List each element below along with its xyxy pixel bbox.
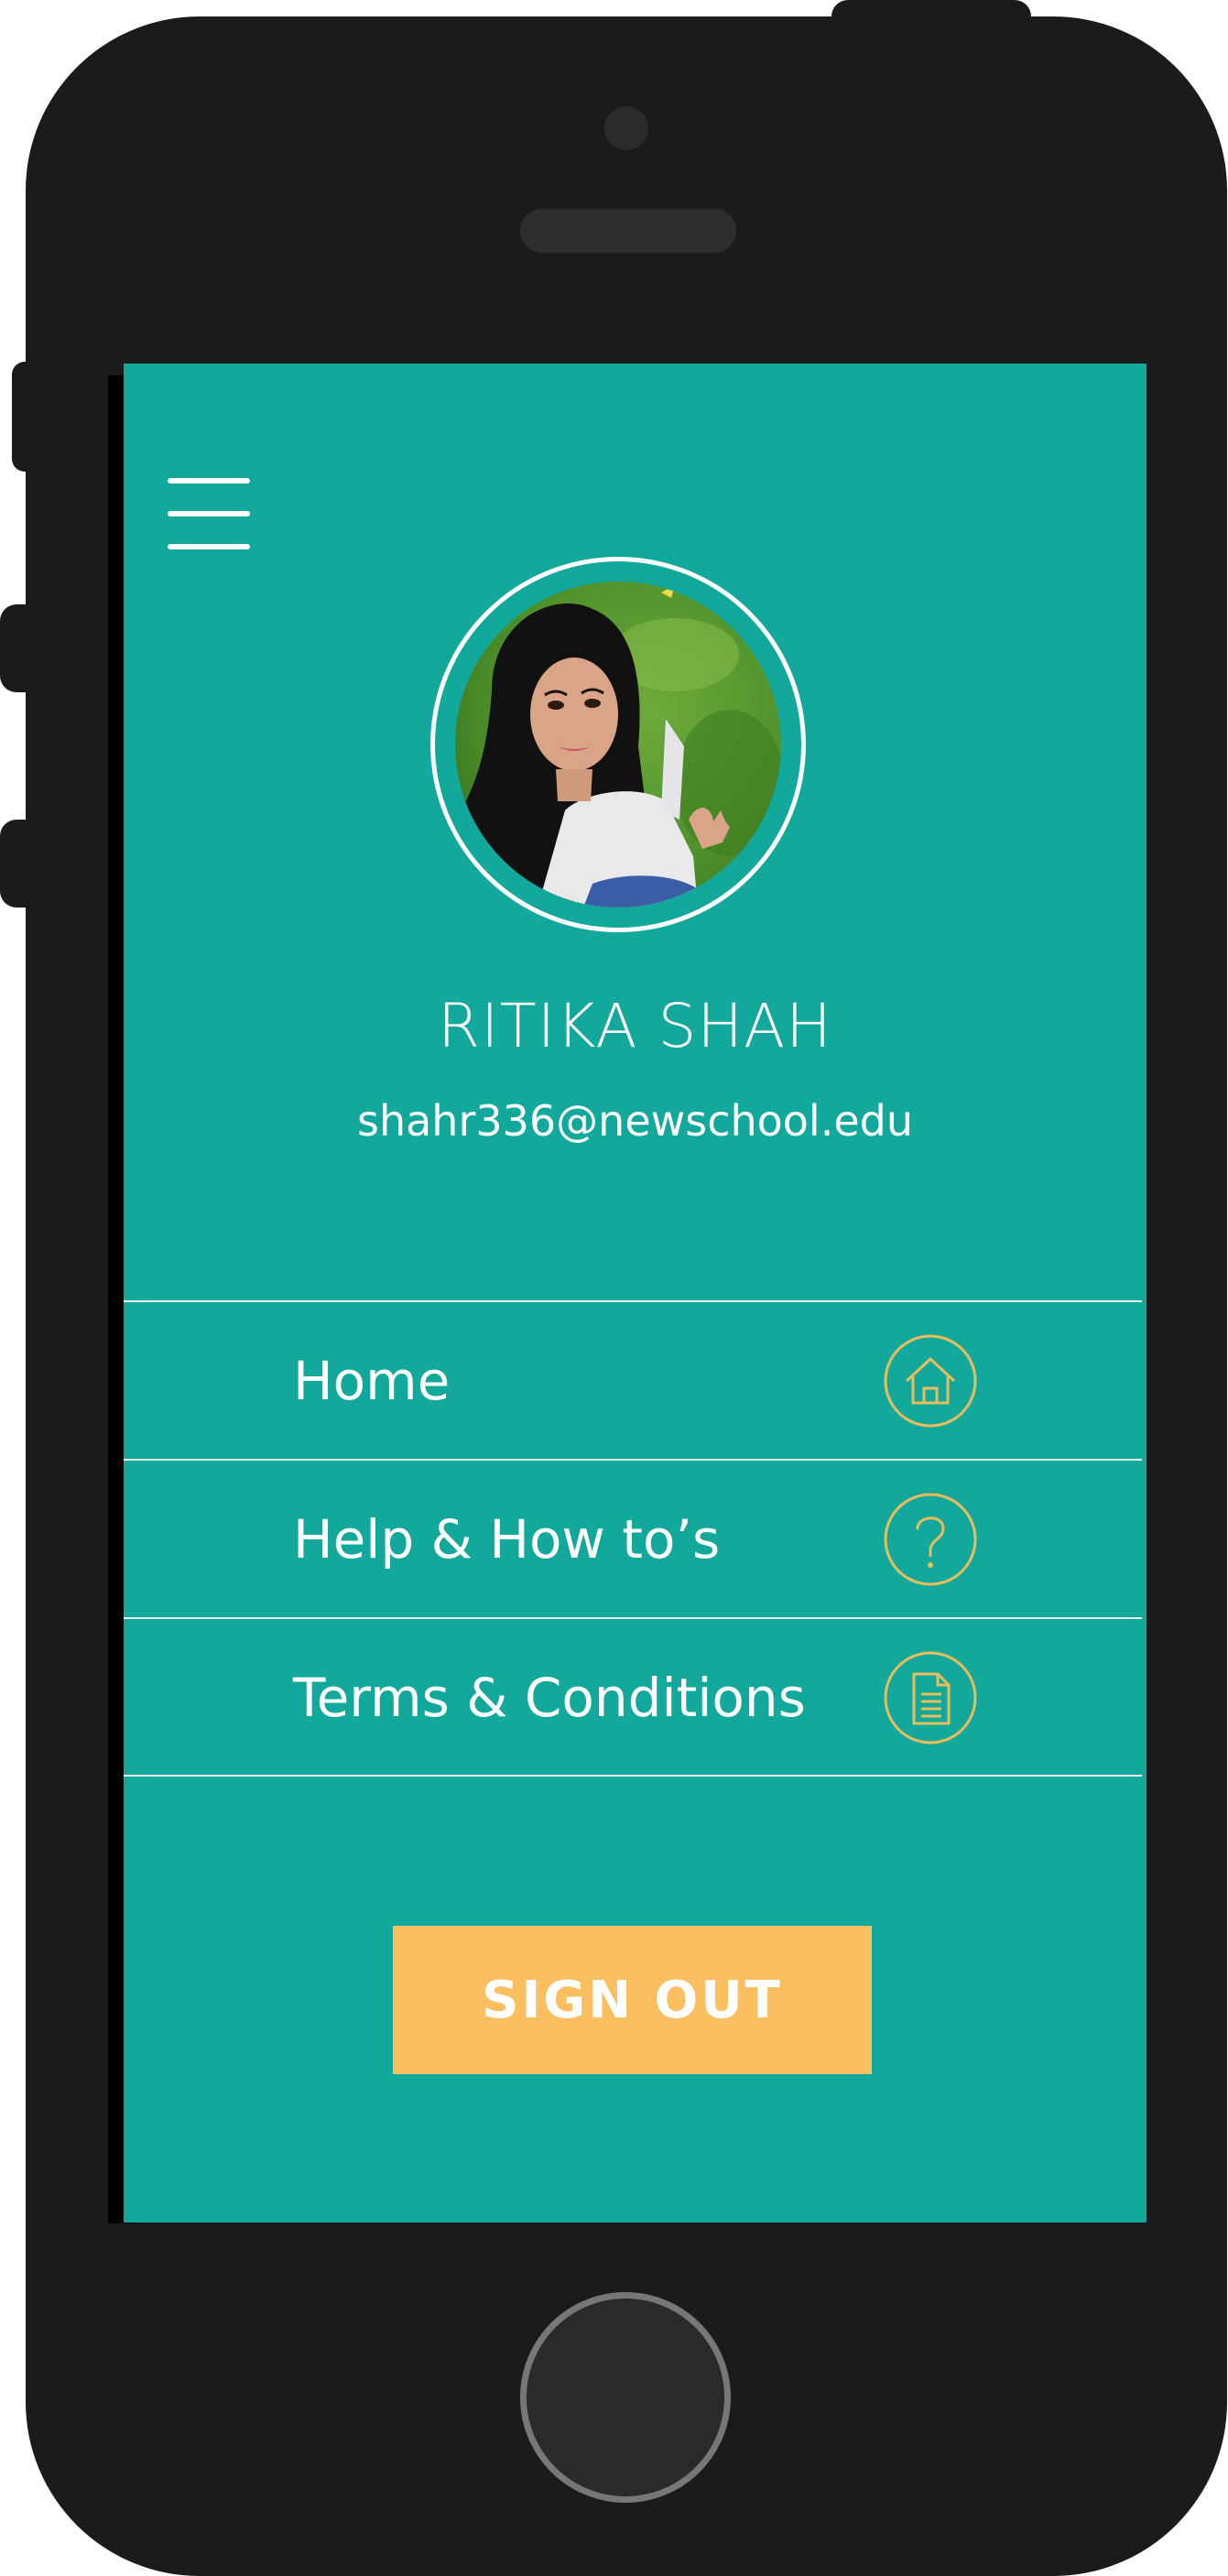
earpiece-speaker — [520, 209, 736, 253]
sign-out-button[interactable]: SIGN OUT — [393, 1926, 872, 2074]
home-icon — [884, 1334, 977, 1428]
avatar[interactable] — [455, 582, 781, 908]
menu-item-label: Help & How to’s — [293, 1508, 721, 1571]
question-icon — [884, 1493, 977, 1586]
app-screen: RITIKA SHAH shahr336@newschool.edu Home … — [124, 364, 1146, 2223]
menu-item-help[interactable]: Help & How to’s — [124, 1461, 1142, 1618]
front-camera — [604, 106, 648, 150]
hamburger-menu-icon[interactable] — [168, 478, 250, 549]
menu-item-label: Terms & Conditions — [293, 1667, 806, 1729]
menu-divider — [124, 1775, 1142, 1777]
document-icon — [884, 1651, 977, 1745]
user-email: shahr336@newschool.edu — [356, 1096, 913, 1146]
menu-item-label: Home — [293, 1350, 451, 1412]
menu-item-home[interactable]: Home — [124, 1302, 1142, 1460]
device-home-button[interactable] — [520, 2292, 731, 2503]
menu-item-terms[interactable]: Terms & Conditions — [124, 1619, 1142, 1777]
user-name: RITIKA SHAH — [438, 991, 832, 1061]
